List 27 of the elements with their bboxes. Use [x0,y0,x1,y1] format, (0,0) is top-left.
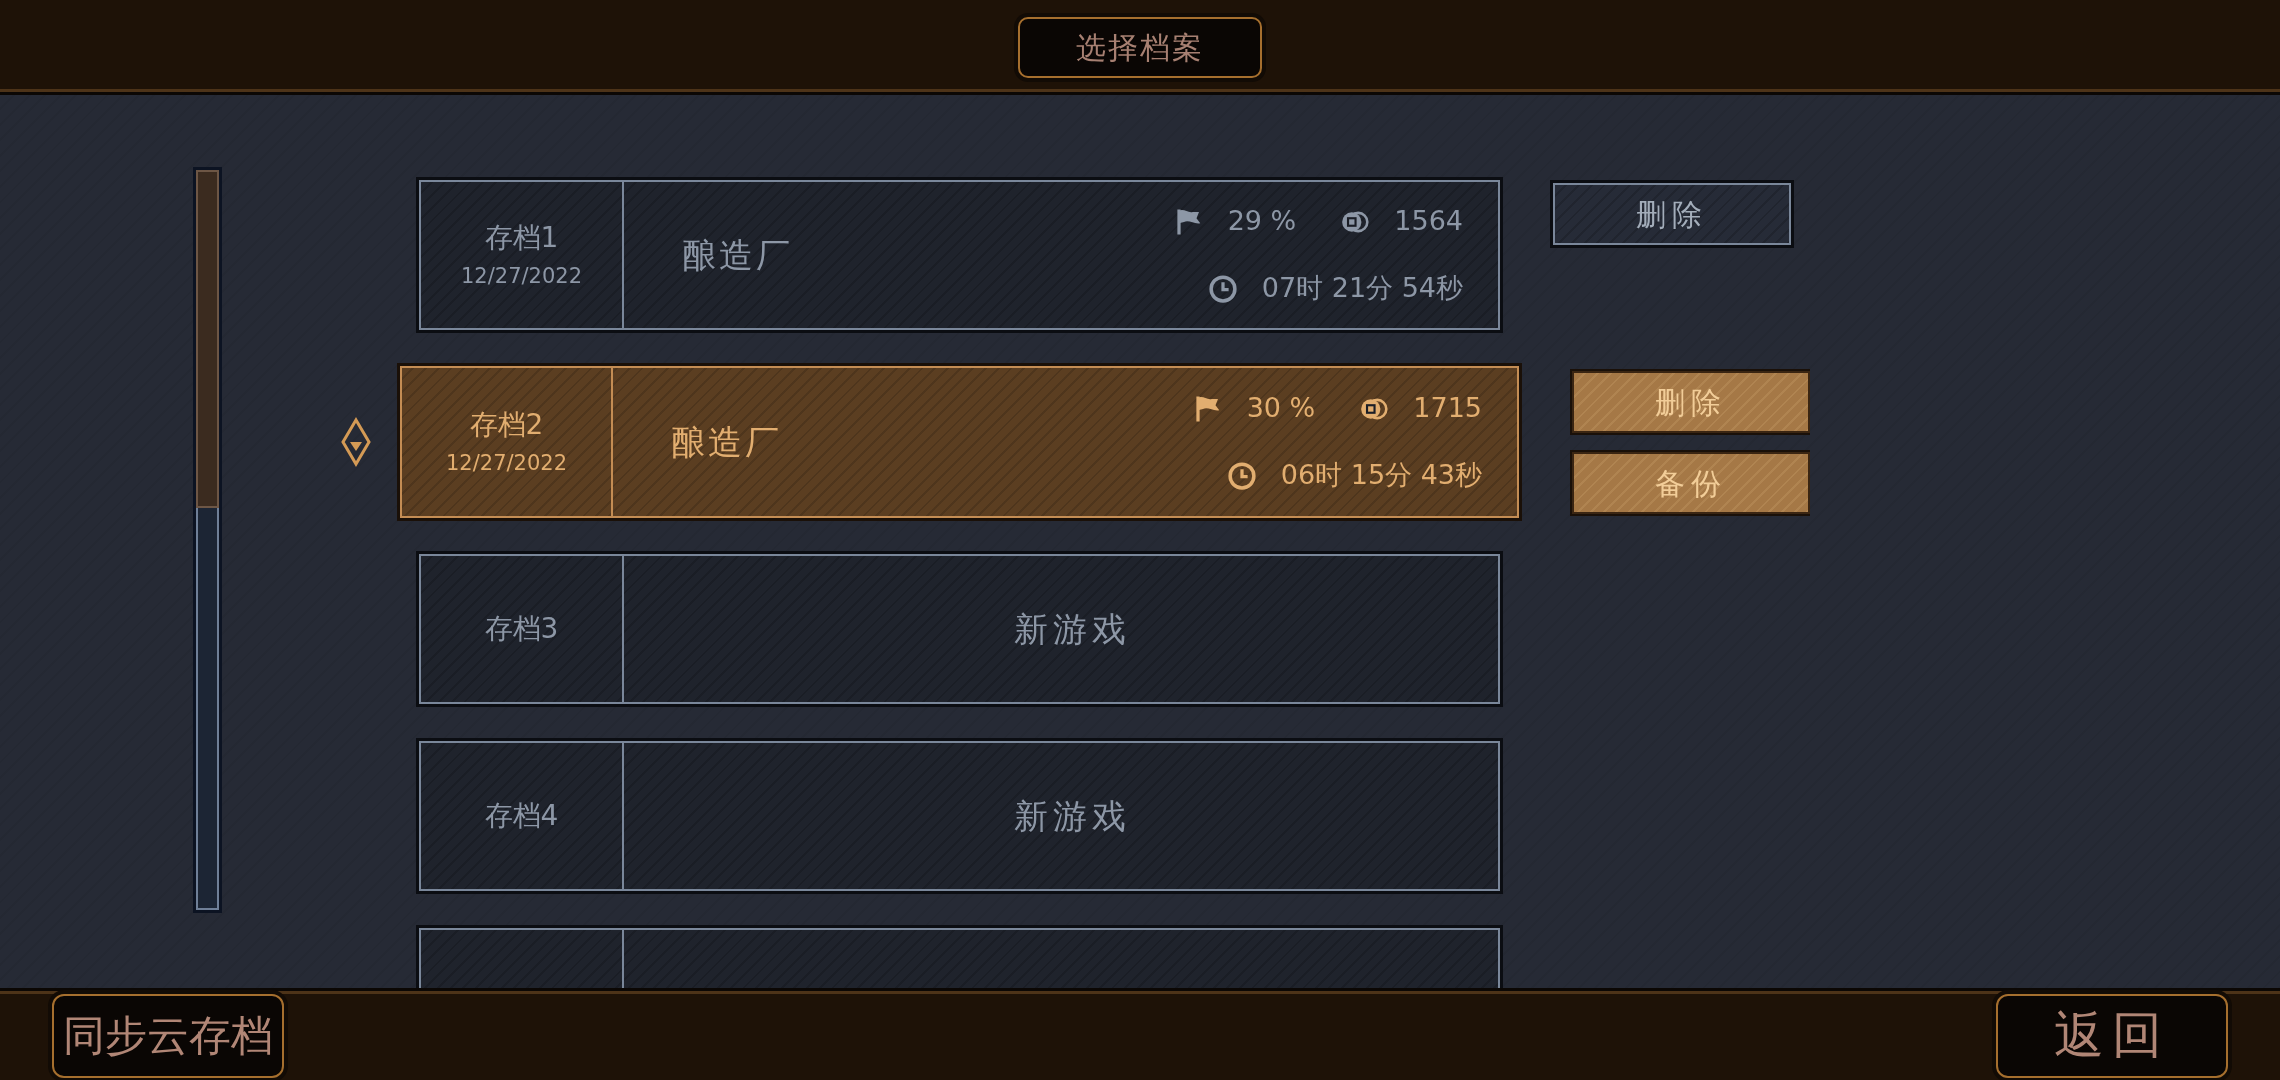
slot-label: 存档4 [484,799,559,833]
slot-action-button[interactable]: 删除 [1553,183,1791,245]
clock-icon [1226,460,1257,491]
new-game-text: 新游戏 [1014,794,1131,838]
scrollbar-thumb[interactable] [196,170,219,508]
save-name: 酿造厂 [671,420,782,464]
save-slot[interactable] [419,928,1500,988]
save-date: 12/27/2022 [445,451,567,477]
save-slot[interactable]: 存档4 新游戏 [419,741,1500,891]
save-slot[interactable]: 存档1 12/27/2022 酿造厂 29 % 1564 07时 21分 54秒 [419,180,1500,330]
new-game-text: 新游戏 [1014,607,1131,651]
slot-label: 存档3 [484,612,559,646]
playtime-text: 07时 21分 54秒 [1261,271,1463,306]
coin-count: 1564 [1394,204,1463,239]
scrollbar-track[interactable] [193,167,222,913]
playtime-text: 06时 15分 43秒 [1280,458,1482,493]
save-date: 12/27/2022 [460,264,582,290]
progress-percent: 29 % [1227,204,1297,239]
diamond-icon [340,417,372,467]
save-slot[interactable]: 存档2 12/27/2022 酿造厂 30 % 1715 06时 15分 43秒 [400,366,1519,518]
slot-label: 存档2 [469,407,544,442]
coin-count: 1715 [1413,391,1482,426]
clock-icon [1207,273,1238,304]
slot-label: 存档1 [484,220,559,255]
progress-percent: 30 % [1246,391,1316,426]
save-slot[interactable]: 存档3 新游戏 [419,554,1500,704]
save-name: 酿造厂 [682,233,793,277]
